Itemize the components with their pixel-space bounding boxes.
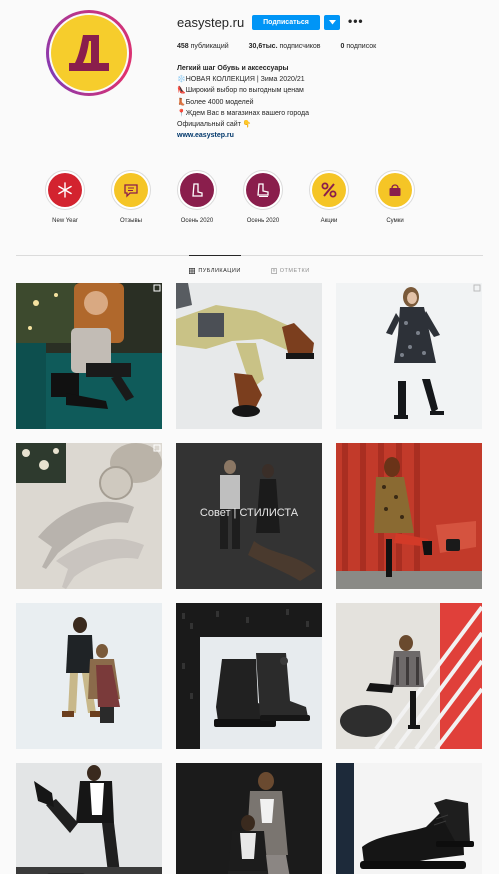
chevron-down-icon [328, 20, 336, 25]
post-image [16, 603, 162, 749]
posts-stat: 458 публикаций [177, 43, 229, 50]
suggestions-dropdown-button[interactable] [324, 15, 340, 30]
highlight-label: Акции [320, 218, 338, 224]
bio-name: Легкий шаг Обувь и аксессуары [177, 65, 289, 72]
highlight-new-year[interactable]: New Year [32, 170, 98, 224]
bio-line: 👠Широкий выбор по выгодным ценам [177, 87, 304, 95]
post-image [336, 443, 482, 589]
highlight-reviews[interactable]: Отзывы [98, 170, 164, 224]
post-thumbnail[interactable] [176, 283, 322, 429]
highlight-label: Отзывы [120, 218, 142, 224]
highlight-bags[interactable]: Сумки [362, 170, 428, 224]
more-options-icon[interactable]: ••• [348, 15, 364, 27]
bio-line: ❄️НОВАЯ КОЛЛЕКЦИЯ | Зима 2020/21 [177, 76, 305, 84]
post-image [16, 443, 162, 589]
grid-icon [189, 268, 196, 274]
boot-icon [257, 183, 269, 197]
post-thumbnail[interactable] [336, 283, 482, 429]
post-thumbnail[interactable] [16, 763, 162, 874]
post-thumbnail[interactable] [336, 763, 482, 874]
highlight-autumn-2[interactable]: Осень 2020 [230, 170, 296, 224]
profile-avatar[interactable] [46, 10, 132, 96]
highlight-label: Осень 2020 [246, 218, 280, 224]
chat-icon [124, 184, 138, 198]
post-thumbnail[interactable] [16, 603, 162, 749]
profile-username: easystep.ru [177, 15, 245, 30]
boot-icon [192, 183, 203, 197]
profile-bio: Легкий шаг Обувь и аксессуары ❄️НОВАЯ КО… [177, 63, 477, 141]
posts-grid: Совет | СТИЛИСТА [16, 283, 482, 874]
post-image [176, 763, 322, 874]
post-image: Совет | СТИЛИСТА [176, 443, 322, 589]
tagged-icon [270, 268, 277, 274]
percent-icon [321, 182, 337, 198]
bio-website-link[interactable]: www.easystep.ru [177, 130, 477, 141]
post-thumbnail[interactable] [336, 603, 482, 749]
post-thumbnail[interactable] [336, 443, 482, 589]
post-image [176, 283, 322, 429]
highlight-label: Сумки [386, 218, 404, 224]
post-image [336, 603, 482, 749]
tab-tagged[interactable]: ОТМЕТКИ [270, 256, 310, 282]
post-image [336, 283, 482, 429]
highlight-label: Осень 2020 [180, 218, 214, 224]
brand-logo [51, 15, 127, 91]
post-thumbnail[interactable] [16, 443, 162, 589]
post-overlay-text: Совет | СТИЛИСТА [200, 507, 299, 519]
profile-tabs: ПУБЛИКАЦИИ ОТМЕТКИ [0, 255, 499, 282]
post-thumbnail[interactable] [176, 603, 322, 749]
bio-line: Официальный сайт 👇 [177, 121, 252, 129]
post-thumbnail[interactable] [16, 283, 162, 429]
snowflake-icon [58, 182, 72, 198]
post-image [336, 763, 482, 874]
follow-button[interactable]: Подписаться [252, 15, 320, 30]
followers-stat[interactable]: 30,6тыс. подписчиков [249, 43, 321, 50]
following-stat[interactable]: 0 подписок [341, 43, 377, 50]
bag-icon [389, 184, 401, 196]
post-thumbnail[interactable] [176, 763, 322, 874]
highlight-sales[interactable]: Акции [296, 170, 362, 224]
profile-stats: 458 публикаций 30,6тыс. подписчиков 0 по… [177, 43, 376, 50]
tab-posts[interactable]: ПУБЛИКАЦИИ [189, 255, 241, 282]
post-image [176, 603, 322, 749]
post-thumbnail[interactable]: Совет | СТИЛИСТА [176, 443, 322, 589]
highlight-label: New Year [52, 218, 78, 224]
bio-line: 📍Ждем Вас в магазинах вашего города [177, 109, 310, 117]
bio-line: 👢Более 4000 моделей [177, 98, 254, 106]
story-highlights: New Year Отзывы Осень 2020 Осень 2020 Ак… [32, 170, 428, 224]
post-image [16, 763, 162, 874]
post-image [16, 283, 162, 429]
highlight-autumn-1[interactable]: Осень 2020 [164, 170, 230, 224]
